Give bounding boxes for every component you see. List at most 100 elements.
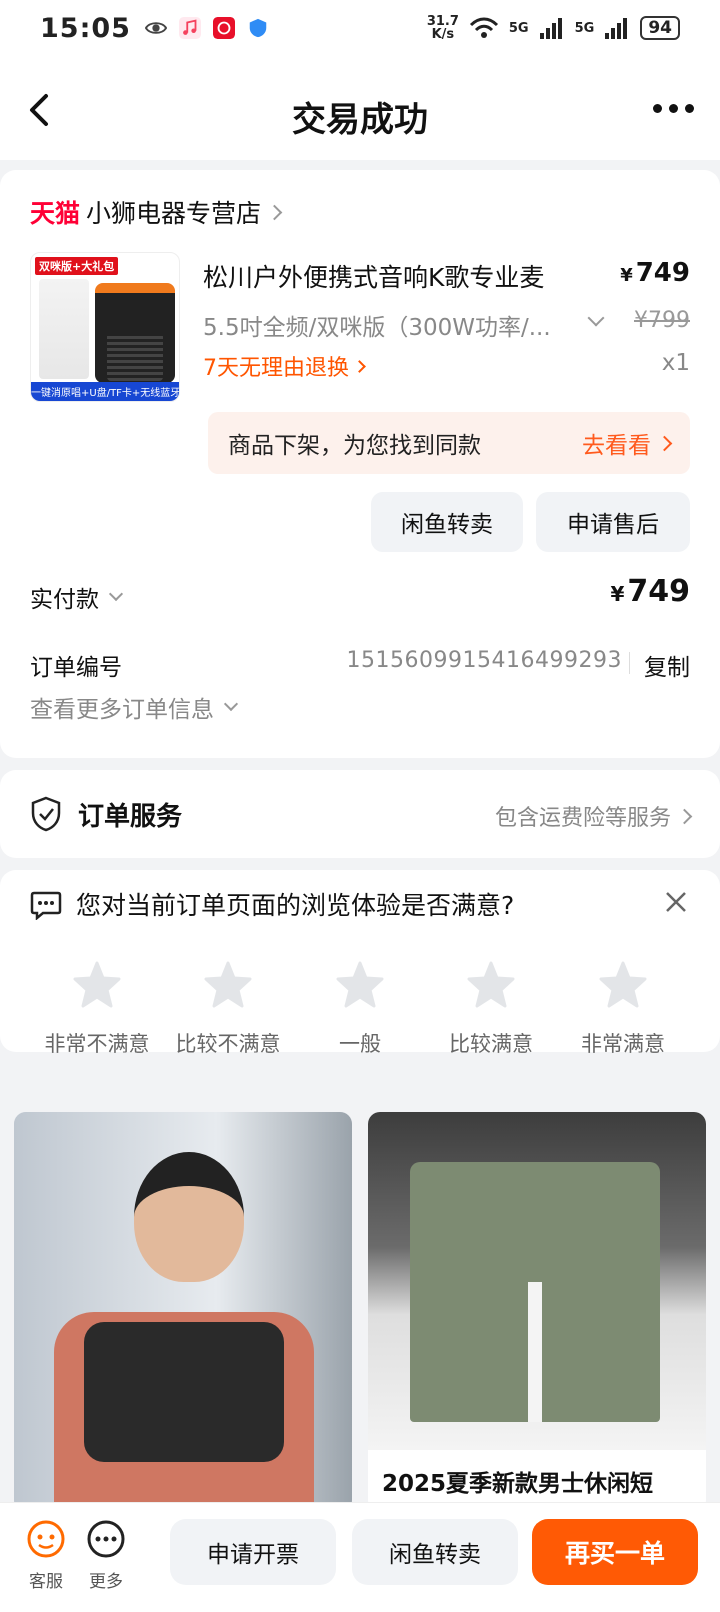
divider — [629, 652, 630, 674]
notice-link[interactable]: 去看看 — [582, 426, 673, 460]
chevron-right-icon — [676, 808, 693, 824]
eye-icon — [144, 22, 167, 34]
rating-option-2[interactable]: 比较不满意 — [163, 960, 293, 1058]
order-service-row[interactable]: 订单服务 包含运费险等服务 — [0, 770, 720, 858]
return-policy-link[interactable]: 7天无理由退换 — [203, 350, 366, 382]
shield-status-icon — [249, 18, 267, 38]
rating-label: 非常不满意 — [44, 1032, 150, 1056]
network-type-2: 5G — [574, 20, 595, 36]
close-icon[interactable] — [662, 888, 690, 916]
order-number-label: 订单编号 — [30, 655, 122, 681]
chevron-down-icon[interactable] — [587, 309, 605, 327]
survey-question: 您对当前订单页面的浏览体验是否满意? — [76, 891, 515, 920]
tmall-logo: 天猫 — [30, 199, 81, 228]
chevron-right-icon — [353, 359, 366, 373]
nav-bar: 交易成功 — [0, 56, 720, 160]
status-time: 15:05 — [40, 12, 131, 44]
more-circle-icon — [87, 1520, 125, 1558]
status-notification-icons — [144, 17, 269, 39]
paid-label: 实付款 — [30, 587, 99, 613]
customer-service-icon — [27, 1520, 65, 1558]
star-icon — [336, 961, 384, 1008]
more-options-icon[interactable] — [653, 104, 694, 113]
paid-amount-toggle[interactable]: 实付款 — [30, 580, 124, 614]
music-app-icon — [178, 17, 201, 39]
service-desc: 包含运费险等服务 — [494, 800, 693, 832]
more-label: 更多 — [89, 1572, 123, 1592]
store-link[interactable]: 天猫 小狮电器专营店 — [30, 194, 283, 230]
signal-icon-1 — [539, 18, 562, 39]
more-order-info-label: 查看更多订单信息 — [30, 697, 214, 723]
star-icon — [73, 961, 121, 1008]
star-icon — [467, 961, 515, 1008]
more-button[interactable]: 更多 — [76, 1519, 136, 1592]
copy-button[interactable]: 复制 — [644, 648, 690, 682]
page-title: 交易成功 — [292, 100, 428, 140]
thumbnail-bottom-banner: 一键消原唱+U盘/TF卡+无线蓝牙 — [31, 382, 179, 401]
price-value: 749 — [635, 258, 690, 288]
rating-label: 一般 — [339, 1032, 381, 1056]
star-icon — [204, 961, 252, 1008]
return-policy-label: 7天无理由退换 — [203, 356, 349, 381]
rating-option-5[interactable]: 非常满意 — [558, 960, 688, 1058]
product-photo — [368, 1112, 706, 1450]
paid-currency: ¥ — [610, 582, 625, 606]
order-number: 1515609915416499293 — [346, 648, 622, 673]
price-currency: ¥ — [620, 265, 633, 286]
network-speed-unit: K/s — [431, 27, 455, 42]
rating-option-1[interactable]: 非常不满意 — [32, 960, 162, 1058]
network-type-1: 5G — [508, 20, 529, 36]
satisfaction-survey: 您对当前订单页面的浏览体验是否满意? 非常不满意 比较不满意 一般 比较满意 非… — [0, 870, 720, 1056]
resell-bottom-button[interactable]: 闲鱼转卖 — [352, 1519, 518, 1585]
recommendation-card-2[interactable]: 2025夏季新款男士休闲短 — [368, 1112, 706, 1512]
shopping-app-icon — [212, 17, 235, 39]
rating-label: 非常满意 — [581, 1032, 665, 1056]
product-photo-vest — [84, 1322, 284, 1462]
notice-text: 商品下架，为您找到同款 — [228, 433, 481, 459]
status-system-icons: 31.7 K/s 5G 5G 94 — [427, 15, 680, 41]
paid-amount-value: 749 — [627, 574, 690, 609]
product-title[interactable]: 松川户外便携式音响K歌专业麦 — [203, 258, 544, 294]
request-invoice-button[interactable]: 申请开票 — [170, 1519, 336, 1585]
after-sale-button[interactable]: 申请售后 — [536, 492, 690, 552]
service-desc-text: 包含运费险等服务 — [494, 806, 671, 831]
speaker-graphic — [95, 283, 175, 383]
product-price: ¥749 — [620, 258, 690, 288]
product-thumbnail[interactable]: 双咪版+大礼包 一键消原唱+U盘/TF卡+无线蓝牙 — [30, 252, 180, 402]
original-price: ¥799 — [634, 308, 690, 333]
delisted-notice[interactable]: 商品下架，为您找到同款 去看看 — [208, 412, 690, 474]
rating-option-4[interactable]: 比较满意 — [426, 960, 556, 1058]
recommendation-card-1[interactable] — [14, 1112, 352, 1512]
shield-check-icon — [31, 796, 61, 832]
paid-amount: ¥749 — [610, 574, 690, 609]
chevron-right-icon — [266, 204, 283, 220]
chevron-down-icon — [223, 696, 239, 712]
signal-icon-2 — [605, 18, 628, 39]
star-icon — [599, 961, 647, 1008]
rating-label: 比较满意 — [449, 1032, 533, 1056]
resell-button[interactable]: 闲鱼转卖 — [371, 492, 523, 552]
product-photo-shorts — [410, 1162, 660, 1422]
store-name: 小狮电器专营店 — [86, 199, 262, 228]
product-quantity: x1 — [661, 350, 690, 376]
chevron-right-icon — [656, 435, 673, 451]
rating-option-3[interactable]: 一般 — [295, 960, 425, 1058]
product-photo-model — [134, 1152, 244, 1282]
service-title: 订单服务 — [78, 802, 183, 832]
notice-link-label: 去看看 — [582, 433, 651, 459]
accessories-graphic — [39, 279, 89, 379]
more-order-info-link[interactable]: 查看更多订单信息 — [30, 690, 239, 724]
network-speed: 31.7 K/s — [427, 15, 459, 41]
order-card: 天猫 小狮电器专营店 双咪版+大礼包 一键消原唱+U盘/TF卡+无线蓝牙 松川户… — [0, 170, 720, 758]
wifi-icon — [469, 17, 498, 38]
rating-label: 比较不满意 — [175, 1032, 281, 1056]
status-bar: 15:05 31.7 K/s 5G 5G 94 — [0, 0, 720, 56]
product-spec[interactable]: 5.5吋全频/双咪版（300W功率/... — [203, 308, 573, 342]
chat-bubble-icon — [30, 891, 62, 920]
chevron-down-icon — [108, 586, 124, 602]
thumbnail-top-badge: 双咪版+大礼包 — [35, 257, 119, 275]
customer-service-button[interactable]: 客服 — [16, 1519, 76, 1592]
customer-service-label: 客服 — [29, 1572, 63, 1592]
buy-again-button[interactable]: 再买一单 — [532, 1519, 698, 1585]
battery-indicator: 94 — [640, 16, 680, 40]
